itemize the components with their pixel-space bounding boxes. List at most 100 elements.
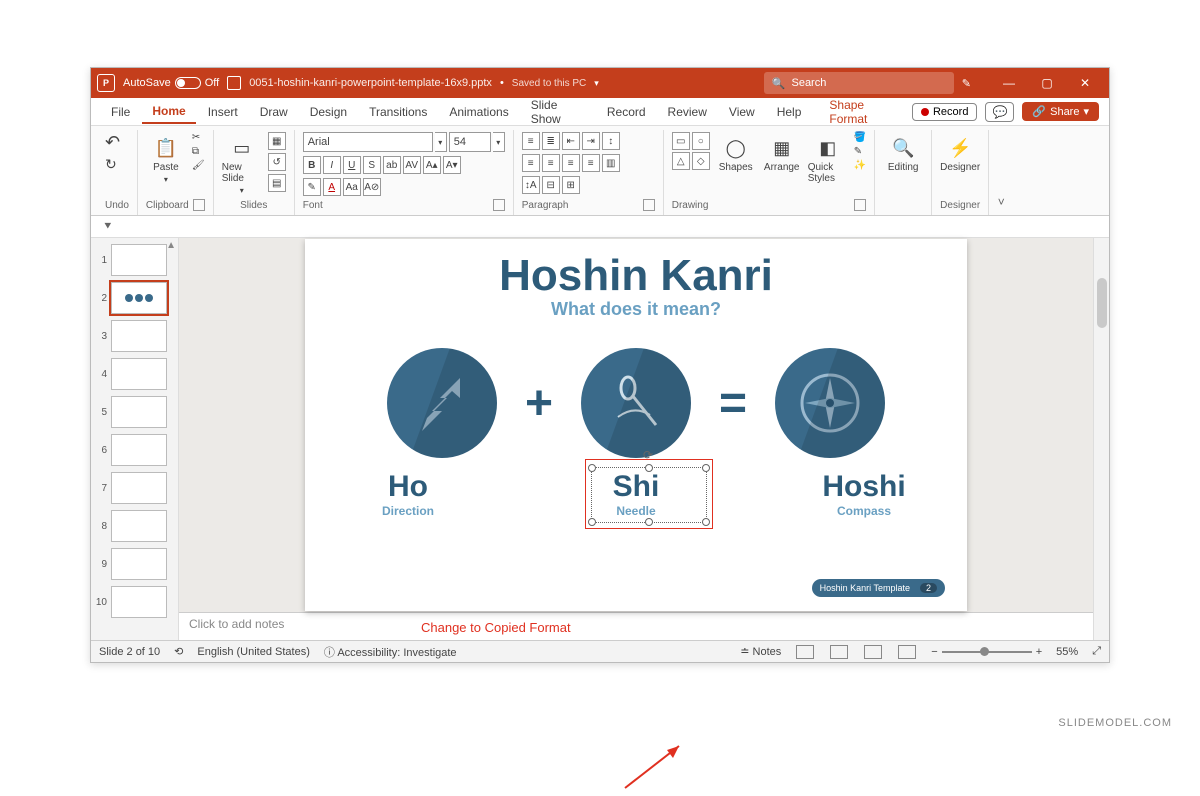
redo-icon[interactable]: ↻ bbox=[105, 156, 120, 173]
comments-button[interactable]: 💬 bbox=[985, 102, 1014, 122]
tab-help[interactable]: Help bbox=[767, 101, 812, 123]
normal-view-button[interactable] bbox=[796, 645, 814, 659]
zoom-in-icon[interactable]: + bbox=[1036, 646, 1042, 658]
undo-icon[interactable]: ↶ bbox=[105, 132, 120, 153]
shape1[interactable]: ▭ bbox=[672, 132, 690, 150]
drawing-launcher[interactable] bbox=[854, 199, 866, 211]
scrollbar-thumb[interactable] bbox=[1097, 278, 1107, 328]
shrink-font-button[interactable]: A▾ bbox=[443, 156, 461, 174]
arrange-button[interactable]: ▦Arrange bbox=[762, 132, 802, 173]
align-text-button[interactable]: ⊟ bbox=[542, 176, 560, 194]
reset-icon[interactable]: ↺ bbox=[268, 153, 286, 171]
language-status[interactable]: English (United States) bbox=[197, 646, 310, 658]
paragraph-launcher[interactable] bbox=[643, 199, 655, 211]
indent-out-button[interactable]: ⇤ bbox=[562, 132, 580, 150]
thumbnail-9[interactable] bbox=[111, 548, 167, 580]
ribbon-collapse-button[interactable]: ˅ bbox=[989, 130, 1013, 215]
shape4[interactable]: ◇ bbox=[692, 152, 710, 170]
thumbnail-3[interactable] bbox=[111, 320, 167, 352]
columns-button[interactable]: ▥ bbox=[602, 154, 620, 172]
slider-track[interactable] bbox=[942, 651, 1032, 653]
copy-icon[interactable]: ⧉ bbox=[192, 146, 205, 157]
tab-review[interactable]: Review bbox=[658, 101, 717, 123]
clear-format-button[interactable]: A⊘ bbox=[363, 178, 381, 196]
tab-animations[interactable]: Animations bbox=[439, 101, 518, 123]
bold-button[interactable]: B bbox=[303, 156, 321, 174]
underline-button[interactable]: U bbox=[343, 156, 361, 174]
align-right-button[interactable]: ≡ bbox=[562, 154, 580, 172]
italic-button[interactable]: I bbox=[323, 156, 341, 174]
tab-insert[interactable]: Insert bbox=[198, 101, 248, 123]
slide-footer[interactable]: Hoshin Kanri Template 2 bbox=[812, 579, 945, 597]
scroll-up-icon[interactable]: ▲ bbox=[166, 240, 176, 251]
zoom-level[interactable]: 55% bbox=[1056, 646, 1078, 658]
tab-transitions[interactable]: Transitions bbox=[359, 101, 437, 123]
indent-in-button[interactable]: ⇥ bbox=[582, 132, 600, 150]
slide-counter[interactable]: Slide 2 of 10 bbox=[99, 646, 160, 658]
zoom-slider[interactable]: − + bbox=[931, 646, 1042, 658]
sorter-view-button[interactable] bbox=[830, 645, 848, 659]
shape3[interactable]: △ bbox=[672, 152, 690, 170]
overflow-icon[interactable]: ⟲ bbox=[174, 645, 183, 658]
slideshow-view-button[interactable] bbox=[898, 645, 916, 659]
paste-button[interactable]: 📋Paste▾ bbox=[146, 132, 186, 184]
change-case-button[interactable]: Aa bbox=[343, 178, 361, 196]
designer-button[interactable]: ⚡Designer bbox=[940, 132, 980, 173]
tab-view[interactable]: View bbox=[719, 101, 765, 123]
circle-needle[interactable] bbox=[581, 348, 691, 458]
slide-subtitle[interactable]: What does it mean? bbox=[305, 299, 967, 320]
layout-icon[interactable]: ▦ bbox=[268, 132, 286, 150]
thumbnail-6[interactable] bbox=[111, 434, 167, 466]
spacing-button[interactable]: AV bbox=[403, 156, 421, 174]
thumbnail-2[interactable] bbox=[111, 282, 167, 314]
text-direction-button[interactable]: ↕A bbox=[522, 176, 540, 194]
new-slide-button[interactable]: ▭New Slide▾ bbox=[222, 132, 262, 195]
circle-compass[interactable] bbox=[775, 348, 885, 458]
editing-button[interactable]: 🔍Editing bbox=[883, 132, 923, 173]
thumbnail-10[interactable] bbox=[111, 586, 167, 618]
grow-font-button[interactable]: A▴ bbox=[423, 156, 441, 174]
clipboard-launcher[interactable] bbox=[193, 199, 205, 211]
cut-icon[interactable]: ✂ bbox=[192, 132, 205, 143]
thumbnail-8[interactable] bbox=[111, 510, 167, 542]
zoom-out-icon[interactable]: − bbox=[931, 646, 937, 658]
shape2[interactable]: ○ bbox=[692, 132, 710, 150]
autosave-toggle[interactable]: AutoSave Off bbox=[123, 77, 219, 89]
reading-view-button[interactable] bbox=[864, 645, 882, 659]
highlight-button[interactable]: ✎ bbox=[303, 178, 321, 196]
font-size-combo[interactable]: 54 bbox=[449, 132, 491, 152]
thumbnail-1[interactable] bbox=[111, 244, 167, 276]
minimize-button[interactable]: — bbox=[991, 68, 1027, 98]
format-painter-icon[interactable]: 🖌 bbox=[192, 160, 205, 171]
circle-direction[interactable] bbox=[387, 348, 497, 458]
qat-customize-icon[interactable]: ⯆ bbox=[103, 219, 113, 234]
coming-soon-icon[interactable]: ✎ bbox=[962, 77, 971, 90]
shape-outline-icon[interactable]: ✎ bbox=[854, 146, 866, 157]
shape-fill-icon[interactable]: 🪣 bbox=[854, 132, 866, 143]
notes-pane[interactable]: Click to add notes bbox=[179, 612, 1093, 640]
accessibility-status[interactable]: ⓘ Accessibility: Investigate bbox=[324, 644, 457, 660]
font-name-combo[interactable]: Arial bbox=[303, 132, 433, 152]
tab-home[interactable]: Home bbox=[142, 100, 195, 124]
tab-draw[interactable]: Draw bbox=[250, 101, 298, 123]
shadow-button[interactable]: ab bbox=[383, 156, 401, 174]
align-left-button[interactable]: ≡ bbox=[522, 154, 540, 172]
tab-shape-format[interactable]: Shape Format bbox=[819, 94, 908, 130]
shape-effects-icon[interactable]: ✨ bbox=[854, 160, 866, 171]
label-hoshi[interactable]: HoshiCompass bbox=[799, 470, 929, 518]
strike-button[interactable]: S bbox=[363, 156, 381, 174]
line-spacing-button[interactable]: ↕ bbox=[602, 132, 620, 150]
section-icon[interactable]: ▤ bbox=[268, 174, 286, 192]
tab-record[interactable]: Record bbox=[597, 101, 656, 123]
font-launcher[interactable] bbox=[493, 199, 505, 211]
share-button[interactable]: 🔗 Share ▾ bbox=[1022, 102, 1099, 121]
label-ho[interactable]: HoDirection bbox=[343, 470, 473, 518]
slide-canvas[interactable]: Hoshin Kanri What does it mean? + = bbox=[179, 238, 1093, 612]
shapes-button[interactable]: ◯Shapes bbox=[716, 132, 756, 173]
slide-title[interactable]: Hoshin Kanri bbox=[305, 251, 967, 301]
vertical-scrollbar[interactable] bbox=[1093, 238, 1109, 640]
tab-design[interactable]: Design bbox=[300, 101, 357, 123]
bullets-button[interactable]: ≡ bbox=[522, 132, 540, 150]
justify-button[interactable]: ≡ bbox=[582, 154, 600, 172]
slide-panel[interactable]: ▲ 1 2 3 4 5 6 7 8 9 10 bbox=[91, 238, 179, 640]
